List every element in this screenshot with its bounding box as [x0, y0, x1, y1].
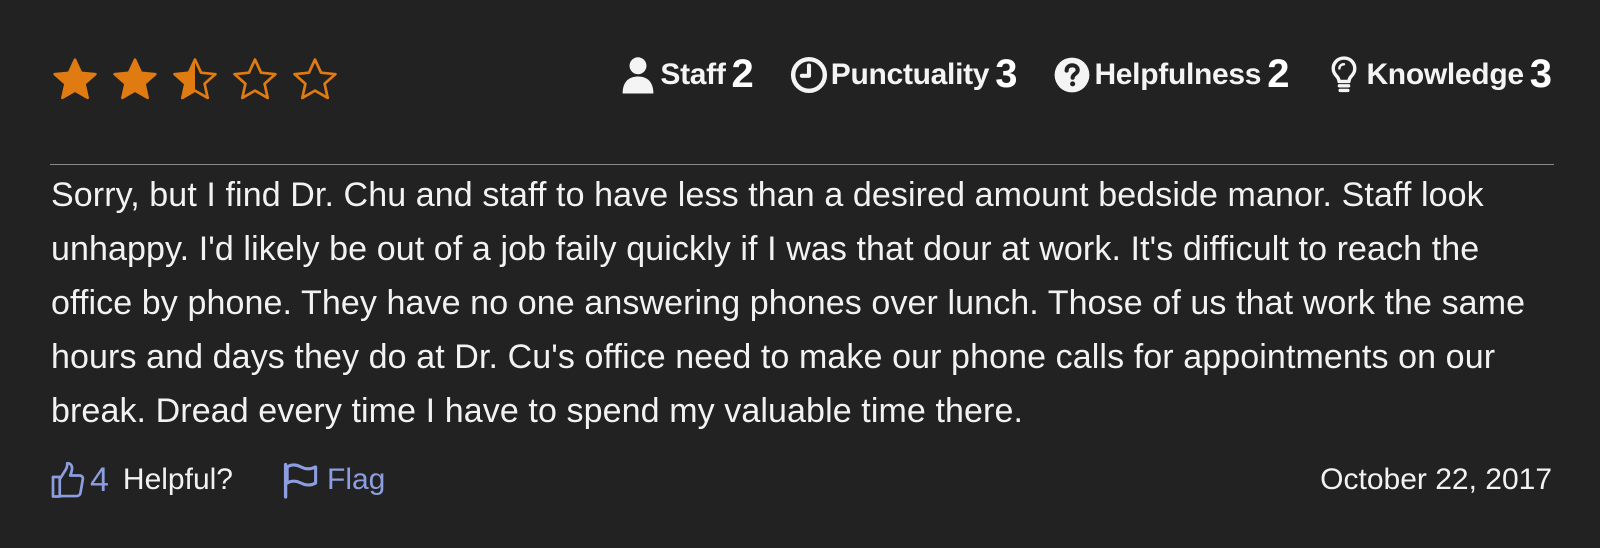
flag-label[interactable]: Flag [327, 463, 385, 497]
review-footer: 4 Helpful? Flag October 22, 2017 [50, 450, 1552, 510]
helpful-count[interactable]: 4 [90, 461, 109, 500]
thumbs-up-icon[interactable] [50, 460, 86, 500]
lightbulb-icon [1331, 55, 1357, 92]
divider [50, 164, 1554, 165]
rating-label: Helpfulness [1094, 57, 1262, 91]
helpful-label[interactable]: Helpful? [123, 463, 233, 497]
rating-score: 2 [731, 52, 754, 96]
star-icon-2 [113, 58, 157, 100]
rating-label: Knowledge [1366, 57, 1524, 91]
rating-helpfulness: Helpfulness 2 [1053, 52, 1289, 97]
review-text: Sorry, but I find Dr. Chu and staff to h… [51, 176, 1526, 430]
user-icon [622, 56, 654, 93]
review-date: October 22, 2017 [1320, 463, 1552, 496]
helpful-button[interactable]: 4 Helpful? [50, 460, 233, 500]
flag-button[interactable]: Flag [281, 461, 385, 499]
rating-knowledge: Knowledge 3 [1325, 52, 1552, 97]
star-icon-1 [53, 58, 97, 100]
rating-label: Punctuality [830, 57, 990, 91]
star-empty-icon-4 [233, 58, 277, 100]
rating-score: 3 [1529, 52, 1552, 96]
category-ratings: Staff 2 Punctuality 3 Helpfulness 2 Know… [619, 52, 1552, 97]
star-rating [50, 55, 340, 105]
star-half-icon [173, 58, 217, 100]
rating-score: 3 [995, 52, 1018, 96]
clock-icon [790, 56, 827, 93]
rating-score: 2 [1267, 52, 1290, 96]
review-card: Staff 2 Punctuality 3 Helpfulness 2 Know… [0, 0, 1600, 548]
rating-punctuality: Punctuality 3 [790, 52, 1018, 97]
rating-label: Staff [660, 57, 726, 91]
rating-staff: Staff 2 [619, 52, 754, 97]
flag-icon[interactable] [281, 461, 321, 499]
star-empty-icon-5 [293, 58, 337, 100]
question-circle-icon [1055, 57, 1090, 92]
